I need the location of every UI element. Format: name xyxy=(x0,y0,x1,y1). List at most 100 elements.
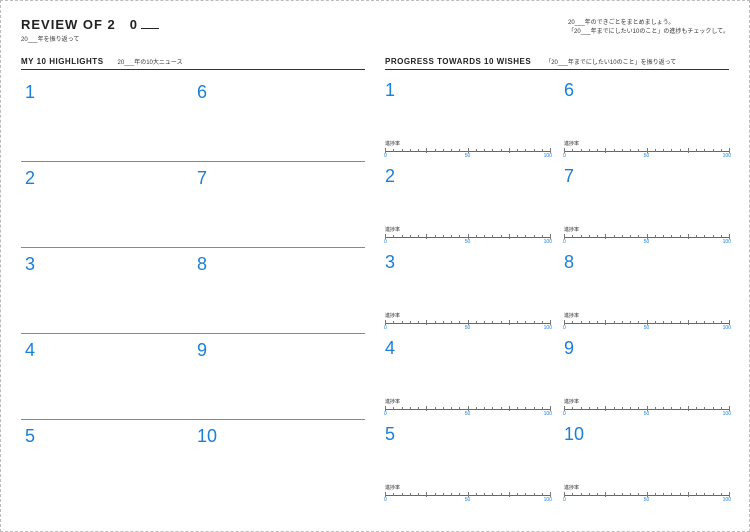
progress-number: 6 xyxy=(564,80,729,101)
main-subtitle: 20___年を振り返って xyxy=(21,34,159,43)
progress-scale: 進捗率050100 xyxy=(564,398,729,420)
highlight-cell[interactable]: 6 xyxy=(193,76,365,162)
progress-number: 1 xyxy=(385,80,550,101)
progress-cell[interactable]: 8 進捗率 0 50 100 xyxy=(564,248,729,334)
progress-grid: 1進捗率0501006進捗率0501002進捗率0501007進捗率050100… xyxy=(385,76,729,506)
progress-scale: 進捗率050100 xyxy=(564,226,729,248)
scale-max: 100 xyxy=(723,411,731,417)
progress-scale: 進捗率 0 50 100 xyxy=(564,484,729,506)
highlight-cell[interactable]: 8 xyxy=(193,248,365,334)
scale-min: 0 xyxy=(384,411,387,417)
scale-max: 100 xyxy=(544,325,552,331)
highlight-number: 9 xyxy=(197,340,365,361)
highlight-cell[interactable]: 1 xyxy=(21,76,193,162)
scale-max: 100 xyxy=(544,239,552,245)
title-block: REVIEW OF 2 0 20___年を振り返って xyxy=(21,17,159,43)
header-right-line1: 20___年のできごとをまとめましょう。 xyxy=(568,19,729,28)
scale-min: 0 xyxy=(384,497,387,503)
highlight-number: 1 xyxy=(25,82,193,103)
scale-label: 進捗率 xyxy=(385,226,550,233)
progress-scale: 進捗率050100 xyxy=(564,140,729,162)
left-section-title: MY 10 HIGHLIGHTS xyxy=(21,57,104,66)
highlight-cell[interactable]: 3 xyxy=(21,248,193,334)
progress-cell[interactable]: 3進捗率050100 xyxy=(385,248,550,334)
progress-scale: 進捗率050100 xyxy=(385,484,550,506)
highlight-cell[interactable]: 5 xyxy=(21,420,193,506)
scale-bar: 050100 xyxy=(564,406,729,420)
progress-scale: 進捗率 0 50 100 xyxy=(564,312,729,334)
highlight-cell[interactable]: 7 xyxy=(193,162,365,248)
scale-mid: 50 xyxy=(465,239,471,245)
scale-label: 進捗率 xyxy=(385,140,550,147)
scale-bar: 050100 xyxy=(385,234,550,248)
scale-bar: 050100 xyxy=(564,148,729,162)
scale-label: 進捗率 xyxy=(564,140,729,147)
highlight-number: 5 xyxy=(25,426,193,447)
scale-max: 100 xyxy=(544,153,552,159)
scale-bar: 0 50 100 xyxy=(564,320,729,334)
highlight-cell[interactable]: 2 xyxy=(21,162,193,248)
scale-bar: 0 50 100 xyxy=(564,492,729,506)
highlight-number: 7 xyxy=(197,168,365,189)
scale-max: 100 xyxy=(544,497,552,503)
title-prefix: REVIEW OF 2 xyxy=(21,17,116,32)
highlight-cell[interactable]: 4 xyxy=(21,334,193,420)
scale-max: 100 xyxy=(723,239,731,245)
progress-number: 9 xyxy=(564,338,729,359)
highlights-grid: 16 27 38 49 510 xyxy=(21,76,365,506)
right-page: PROGRESS TOWARDS 10 WISHES 「20___年までにしたい… xyxy=(385,57,729,506)
progress-cell[interactable]: 1 進捗率 0 50 100 xyxy=(385,76,550,162)
progress-cell[interactable]: 5進捗率050100 xyxy=(385,420,550,506)
progress-cell[interactable]: 9進捗率050100 xyxy=(564,334,729,420)
scale-mid: 50 xyxy=(644,153,650,159)
highlight-number: 3 xyxy=(25,254,193,275)
spread: MY 10 HIGHLIGHTS 20___年の10大ニュース 16273849… xyxy=(21,57,729,506)
scale-label: 進捗率 xyxy=(564,312,729,319)
progress-number: 8 xyxy=(564,252,729,273)
scale-max: 100 xyxy=(544,411,552,417)
scale-mid: 50 xyxy=(644,497,650,503)
progress-scale: 進捗率050100 xyxy=(385,312,550,334)
scale-mid: 50 xyxy=(465,411,471,417)
scale-bar: 050100 xyxy=(385,320,550,334)
progress-cell[interactable]: 6 進捗率050100 xyxy=(564,76,729,162)
left-section-sub: 20___年の10大ニュース xyxy=(118,57,183,66)
progress-scale: 進捗率 0 50 100 xyxy=(385,140,550,162)
scale-mid: 50 xyxy=(644,325,650,331)
progress-number: 5 xyxy=(385,424,550,445)
scale-min: 0 xyxy=(563,497,566,503)
highlight-number: 8 xyxy=(197,254,365,275)
progress-cell[interactable]: 2進捗率050100 xyxy=(385,162,550,248)
scale-bar: 0 50 100 xyxy=(385,148,550,162)
highlight-number: 4 xyxy=(25,340,193,361)
progress-number: 10 xyxy=(564,424,729,445)
progress-scale: 進捗率 0 50 100 xyxy=(385,398,550,420)
progress-number: 4 xyxy=(385,338,550,359)
scale-label: 進捗率 xyxy=(564,226,729,233)
scale-mid: 50 xyxy=(465,153,471,159)
right-section-head: PROGRESS TOWARDS 10 WISHES 「20___年までにしたい… xyxy=(385,57,729,70)
highlight-cell[interactable]: 9 xyxy=(193,334,365,420)
title-gap: 0 xyxy=(130,17,138,32)
scale-label: 進捗率 xyxy=(385,484,550,491)
right-section-title: PROGRESS TOWARDS 10 WISHES xyxy=(385,57,531,66)
scale-label: 進捗率 xyxy=(564,484,729,491)
scale-min: 0 xyxy=(563,411,566,417)
scale-max: 100 xyxy=(723,497,731,503)
scale-mid: 50 xyxy=(644,239,650,245)
progress-number: 7 xyxy=(564,166,729,187)
header-right-line2: 「20___年までにしたい10のこと」の進捗もチェックして。 xyxy=(568,28,729,37)
scale-label: 進捗率 xyxy=(385,398,550,405)
left-section-head: MY 10 HIGHLIGHTS 20___年の10大ニュース xyxy=(21,57,365,70)
scale-label: 進捗率 xyxy=(385,312,550,319)
scale-min: 0 xyxy=(384,153,387,159)
right-section-sub: 「20___年までにしたい10のこと」を振り返って xyxy=(545,57,676,66)
progress-cell[interactable]: 10 進捗率 0 50 100 xyxy=(564,420,729,506)
scale-min: 0 xyxy=(563,325,566,331)
scale-bar: 0 50 100 xyxy=(385,406,550,420)
scale-max: 100 xyxy=(723,325,731,331)
highlight-number: 6 xyxy=(197,82,365,103)
progress-cell[interactable]: 4 進捗率 0 50 100 xyxy=(385,334,550,420)
progress-cell[interactable]: 7進捗率050100 xyxy=(564,162,729,248)
highlight-cell[interactable]: 10 xyxy=(193,420,365,506)
